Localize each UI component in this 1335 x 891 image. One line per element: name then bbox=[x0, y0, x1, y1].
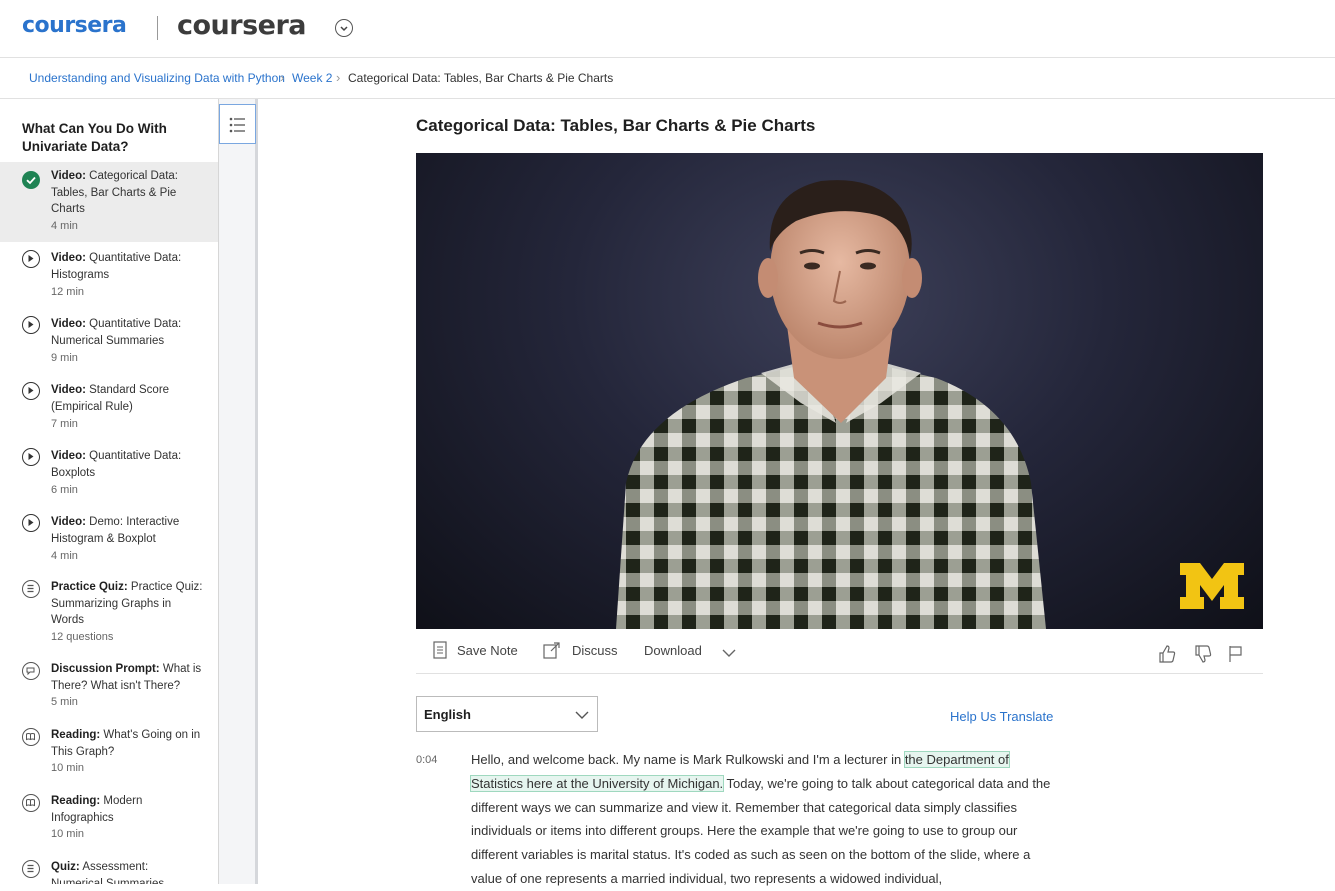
sidebar-item-label: Video: Categorical Data: Tables, Bar Cha… bbox=[51, 170, 178, 215]
chevron-right-icon: › bbox=[280, 70, 285, 85]
reading-icon bbox=[22, 794, 40, 812]
play-circle-icon bbox=[22, 514, 40, 532]
sidebar-item-discussion[interactable]: Discussion Prompt: What is There? What i… bbox=[0, 656, 218, 718]
sidebar-item-label: Reading: Modern Infographics bbox=[51, 795, 143, 824]
sidebar-item-label: Video: Quantitative Data: Numerical Summ… bbox=[51, 318, 182, 347]
thumbs-down-icon[interactable] bbox=[1194, 645, 1212, 668]
sidebar-collapse-rail bbox=[219, 99, 258, 884]
quiz-icon bbox=[22, 580, 40, 598]
transcript-after: Today, we're going to talk about categor… bbox=[471, 775, 1051, 886]
save-note-button[interactable]: Save Note bbox=[457, 643, 518, 658]
chevron-right-icon: › bbox=[336, 70, 341, 85]
selected-language: English bbox=[424, 707, 471, 722]
sidebar-item-infographics[interactable]: Reading: Modern Infographics 10 min bbox=[0, 788, 218, 850]
chevron-down-icon[interactable] bbox=[722, 645, 736, 663]
sidebar-item-label: Video: Quantitative Data: Boxplots bbox=[51, 450, 182, 479]
breadcrumb-course[interactable]: Understanding and Visualizing Data with … bbox=[29, 71, 285, 85]
thumbs-up-icon[interactable] bbox=[1158, 645, 1176, 668]
quiz-icon bbox=[22, 860, 40, 878]
play-circle-icon bbox=[22, 382, 40, 400]
toggle-sidebar-button[interactable] bbox=[219, 104, 256, 144]
flag-icon[interactable] bbox=[1228, 645, 1244, 668]
sidebar-item-duration: 6 min bbox=[51, 484, 78, 496]
sidebar-item-duration: 4 min bbox=[51, 550, 78, 562]
sidebar-item-label: Video: Demo: Interactive Histogram & Box… bbox=[51, 516, 180, 545]
lecturer-image bbox=[616, 180, 1046, 629]
sidebar-item-assessment[interactable]: Quiz: Assessment: Numerical Summaries bbox=[0, 854, 218, 884]
play-circle-icon bbox=[22, 250, 40, 268]
discussion-icon bbox=[22, 662, 40, 680]
sidebar-item-duration: 9 min bbox=[51, 352, 78, 364]
play-circle-icon bbox=[22, 316, 40, 334]
breadcrumb-week[interactable]: Week 2 bbox=[292, 71, 332, 85]
sidebar-item-duration: 5 min bbox=[51, 696, 78, 708]
sidebar-item-label: Discussion Prompt: What is There? What i… bbox=[51, 663, 202, 692]
sidebar-item-numerical-summaries[interactable]: Video: Quantitative Data: Numerical Summ… bbox=[0, 310, 218, 372]
check-circle-icon bbox=[22, 171, 40, 189]
transcript-before: Hello, and welcome back. My name is Mark… bbox=[471, 752, 905, 767]
sidebar-item-duration: 4 min bbox=[51, 220, 78, 232]
partner-logo[interactable]: coursera bbox=[177, 10, 307, 41]
discuss-icon[interactable] bbox=[543, 641, 561, 664]
sidebar-item-histograms[interactable]: Video: Quantitative Data: Histograms 12 … bbox=[0, 244, 218, 306]
sidebar-item-categorical-data[interactable]: Video: Categorical Data: Tables, Bar Cha… bbox=[0, 162, 218, 242]
sidebar-item-reading-graph[interactable]: Reading: What's Going on in This Graph? … bbox=[0, 722, 218, 784]
breadcrumb-current: Categorical Data: Tables, Bar Charts & P… bbox=[348, 71, 614, 85]
sidebar-item-practice-quiz[interactable]: Practice Quiz: Practice Quiz: Summarizin… bbox=[0, 574, 218, 652]
coursera-logo[interactable]: coursera bbox=[22, 13, 127, 38]
chevron-down-icon[interactable] bbox=[335, 19, 353, 37]
sidebar-item-demo[interactable]: Video: Demo: Interactive Histogram & Box… bbox=[0, 508, 218, 570]
sidebar-item-label: Practice Quiz: Practice Quiz: Summarizin… bbox=[51, 581, 203, 626]
chevron-down-icon bbox=[575, 711, 589, 719]
logo-divider bbox=[157, 16, 158, 40]
sidebar-item-duration: 12 min bbox=[51, 286, 85, 298]
university-of-michigan-logo bbox=[1180, 563, 1244, 614]
video-player[interactable] bbox=[416, 153, 1263, 629]
sidebar-item-label: Video: Standard Score (Empirical Rule) bbox=[51, 384, 170, 413]
sidebar-item-boxplots[interactable]: Video: Quantitative Data: Boxplots 6 min bbox=[0, 442, 218, 504]
note-icon[interactable] bbox=[432, 641, 448, 664]
help-us-translate-link[interactable]: Help Us Translate bbox=[950, 709, 1053, 724]
sidebar-item-label: Reading: What's Going on in This Graph? bbox=[51, 729, 201, 758]
list-icon bbox=[229, 117, 245, 133]
transcript-text[interactable]: Hello, and welcome back. My name is Mark… bbox=[470, 748, 1061, 891]
discuss-button[interactable]: Discuss bbox=[572, 643, 618, 658]
download-button[interactable]: Download bbox=[644, 643, 702, 658]
sidebar-item-duration: 10 min bbox=[51, 762, 85, 774]
play-circle-icon bbox=[22, 448, 40, 466]
page-title: Categorical Data: Tables, Bar Charts & P… bbox=[416, 116, 816, 135]
sidebar-item-duration: 12 questions bbox=[51, 631, 114, 643]
module-title: What Can You Do With Univariate Data? bbox=[22, 121, 167, 154]
sidebar-item-duration: 10 min bbox=[51, 828, 85, 840]
reading-icon bbox=[22, 728, 40, 746]
sidebar-item-duration: 7 min bbox=[51, 418, 78, 430]
transcript-timestamp[interactable]: 0:04 bbox=[416, 754, 437, 766]
sidebar-item-standard-score[interactable]: Video: Standard Score (Empirical Rule) 7… bbox=[0, 376, 218, 438]
sidebar-item-label: Quiz: Assessment: Numerical Summaries bbox=[51, 861, 165, 884]
sidebar-item-label: Video: Quantitative Data: Histograms bbox=[51, 252, 182, 281]
